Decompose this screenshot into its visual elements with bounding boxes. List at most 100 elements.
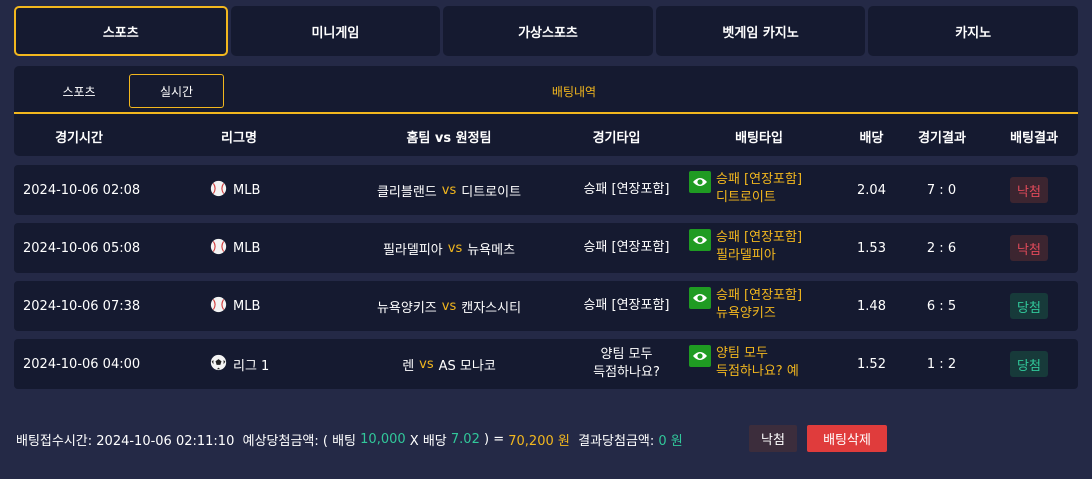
bet-summary: 배팅접수시간: 2024-10-06 02:11:10 예상당첨금액: ( 배팅… [16, 426, 683, 452]
sub-nav: 스포츠 실시간 배팅내역 [14, 66, 1078, 114]
league: MLB [210, 281, 330, 331]
game-type: 승패 [연장포함] [583, 240, 670, 255]
table-row: 2024-10-06 07:38 MLB 뉴욕양키즈 vs 캔자스시티 승패 [… [14, 281, 1078, 331]
expected-label: 예상당첨금액: ( 배팅 [242, 433, 357, 449]
pick-text: 승패 [연장포함] 디트로이트 [716, 172, 803, 205]
subtab-bet-history[interactable]: 배팅내역 [494, 74, 654, 108]
match-time: 2024-10-06 07:38 [23, 298, 141, 314]
header-game-type: 경기타입 [592, 130, 641, 146]
tab-virtual-sports[interactable]: 가상스포츠 [443, 6, 653, 56]
bet-history-panel: 스포츠 실시간 배팅내역 경기시간 리그명 홈팀 vs 원정팀 경기타입 배팅타… [14, 66, 1078, 156]
pick-text: 승패 [연장포함] 뉴욕양키즈 [716, 288, 803, 321]
baseball-icon [210, 238, 227, 259]
result-cell: 낙첨 [989, 223, 1069, 273]
vs-label: vs [447, 240, 463, 256]
match-time: 2024-10-06 04:00 [23, 356, 141, 372]
received-time: 배팅접수시간: 2024-10-06 02:11:10 [16, 433, 235, 449]
score: 2 : 6 [926, 240, 957, 256]
eye-icon[interactable] [689, 229, 711, 251]
header-bet-type: 배팅타입 [735, 130, 783, 146]
total-odds: 7.02 [450, 431, 480, 447]
header-league: 리그명 [221, 130, 257, 146]
result-cell: 당첨 [989, 281, 1069, 331]
soccer-ball-icon [210, 354, 227, 375]
bet-pick: 승패 [연장포함] 필라델피아 [689, 223, 849, 273]
vs-label: vs [419, 356, 434, 372]
result-badge: 당첨 [1010, 293, 1048, 319]
bet-pick: 양팀 모두 득점하나요? 예 [689, 339, 849, 389]
odds: 1.48 [857, 298, 886, 314]
away-team: 뉴욕메츠 [467, 242, 516, 258]
baseball-icon [210, 180, 227, 201]
result-badge: 당첨 [1010, 351, 1048, 377]
odds: 1.53 [857, 240, 886, 256]
game-type: 양팀 모두 득점하나요? [593, 347, 660, 380]
top-nav: 스포츠 미니게임 가상스포츠 벳게임 카지노 카지노 [14, 6, 1078, 56]
score: 1 : 2 [926, 356, 957, 372]
pick-text: 양팀 모두 득점하나요? 예 [716, 346, 799, 379]
game-type: 승패 [연장포함] [583, 182, 670, 197]
tab-betgame-casino[interactable]: 벳게임 카지노 [655, 6, 866, 56]
match-teams: 클리블랜드 vs 디트로이트 [314, 165, 584, 215]
result-badge: 낙첨 [1010, 177, 1048, 203]
table-row: 2024-10-06 04:00 리그 1 렌 vs AS 모나코 양팀 모두 득… [14, 339, 1078, 389]
header-time: 경기시간 [55, 130, 103, 146]
actual-label: 결과당첨금액: [578, 433, 655, 449]
expected-win: 70,200 원 [508, 433, 570, 449]
game-type: 승패 [연장포함] [583, 298, 670, 313]
table-row: 2024-10-06 05:08 MLB 필라델피아 vs 뉴욕메츠 승패 [연… [14, 223, 1078, 273]
tab-minigame[interactable]: 미니게임 [230, 6, 441, 56]
eye-icon[interactable] [689, 345, 711, 367]
away-team: 디트로이트 [461, 184, 522, 200]
header-result: 배팅결과 [1010, 130, 1058, 146]
delete-bet-button[interactable]: 배팅삭제 [807, 425, 887, 452]
tab-casino[interactable]: 카지노 [868, 6, 1078, 56]
league-name: MLB [233, 182, 261, 198]
bet-pick: 승패 [연장포함] 뉴욕양키즈 [689, 281, 849, 331]
subtab-live[interactable]: 실시간 [129, 74, 224, 108]
league: 리그 1 [210, 339, 330, 389]
match-time: 2024-10-06 05:08 [23, 240, 141, 256]
home-team: 클리블랜드 [376, 184, 437, 200]
bet-pick: 승패 [연장포함] 디트로이트 [689, 165, 849, 215]
game-type-cell: 승패 [연장포함] [554, 281, 699, 331]
pick-text: 승패 [연장포함] 필라델피아 [716, 230, 803, 263]
baseball-icon [210, 296, 227, 317]
header-score: 경기결과 [918, 130, 966, 146]
status-badge: 낙첨 [749, 425, 797, 452]
match-teams: 렌 vs AS 모나코 [314, 339, 584, 389]
table-row: 2024-10-06 02:08 MLB 클리블랜드 vs 디트로이트 승패 [… [14, 165, 1078, 215]
vs-label: vs [441, 182, 457, 198]
match-time: 2024-10-06 02:08 [23, 182, 141, 198]
eye-icon[interactable] [689, 287, 711, 309]
match-teams: 필라델피아 vs 뉴욕메츠 [314, 223, 584, 273]
bet-amount: 10,000 [360, 431, 406, 447]
home-team: 필라델피아 [382, 242, 443, 258]
game-type-cell: 양팀 모두 득점하나요? [554, 339, 699, 389]
result-cell: 낙첨 [989, 165, 1069, 215]
league-name: 리그 1 [233, 358, 270, 374]
home-team: 렌 [402, 358, 415, 374]
tab-sports[interactable]: 스포츠 [14, 6, 228, 56]
game-type-cell: 승패 [연장포함] [554, 223, 699, 273]
equals: ) = [484, 431, 505, 447]
header-odds: 배당 [859, 130, 884, 146]
game-type-cell: 승패 [연장포함] [554, 165, 699, 215]
match-teams: 뉴욕양키즈 vs 캔자스시티 [314, 281, 584, 331]
league-name: MLB [233, 298, 261, 314]
subtab-sports[interactable]: 스포츠 [34, 74, 124, 108]
away-team: AS 모나코 [438, 358, 496, 374]
league-name: MLB [233, 240, 261, 256]
league: MLB [210, 165, 330, 215]
away-team: 캔자스시티 [461, 300, 522, 316]
vs-label: vs [441, 298, 457, 314]
league: MLB [210, 223, 330, 273]
result-badge: 낙첨 [1010, 235, 1048, 261]
table-header: 경기시간 리그명 홈팀 vs 원정팀 경기타입 배팅타입 배당 경기결과 배팅결… [14, 116, 1078, 156]
odds: 1.52 [857, 356, 886, 372]
home-team: 뉴욕양키즈 [376, 300, 437, 316]
score: 6 : 5 [926, 298, 957, 314]
eye-icon[interactable] [689, 171, 711, 193]
result-cell: 당첨 [989, 339, 1069, 389]
actual-amount: 0 원 [658, 433, 683, 449]
